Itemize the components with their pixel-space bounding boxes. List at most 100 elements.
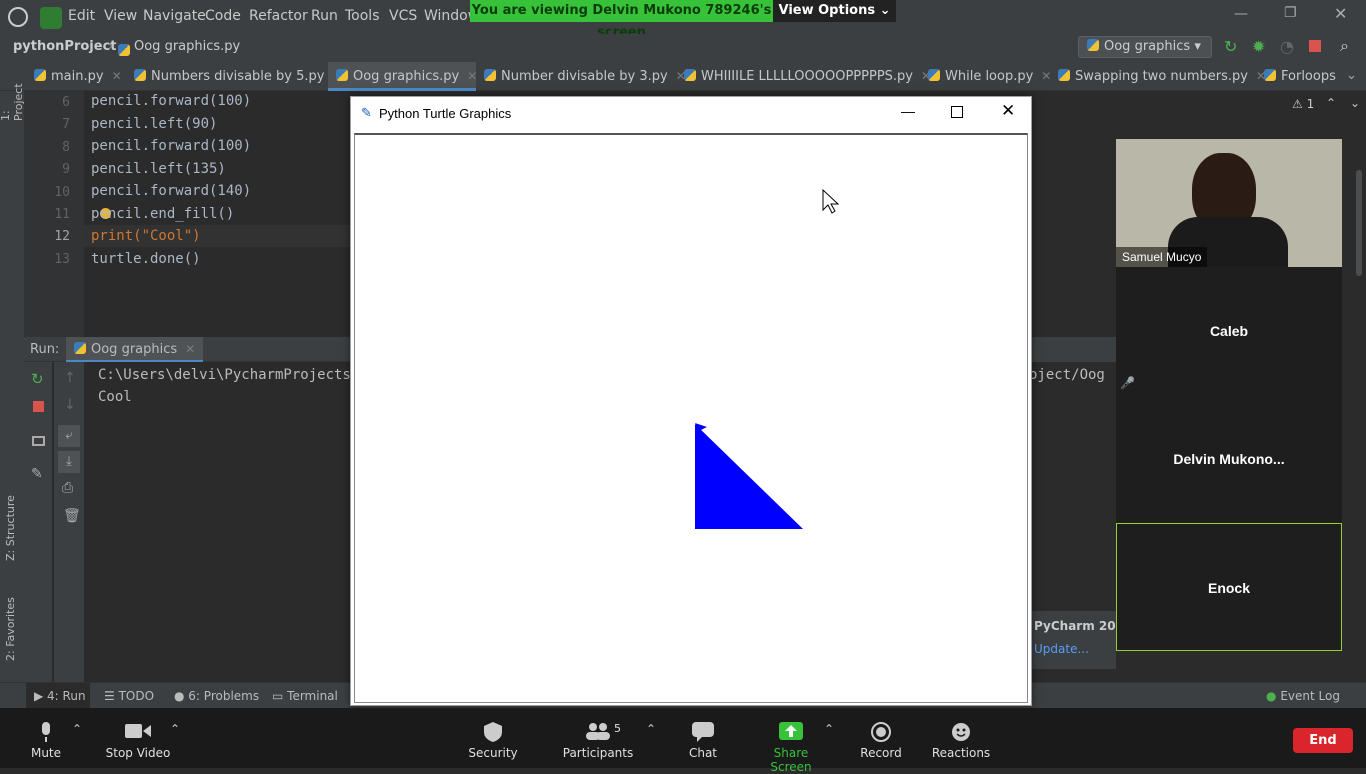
rerun-icon[interactable]: ↻: [1224, 37, 1237, 56]
tab-while-loop[interactable]: While loop.py ✕: [920, 62, 1051, 91]
run-tab[interactable]: Oog graphics ✕: [66, 337, 204, 362]
video-tile-caleb[interactable]: Caleb 🎤: [1116, 267, 1342, 395]
chevron-up-icon[interactable]: ⌃: [824, 722, 834, 736]
print-icon[interactable]: ⎙: [62, 480, 73, 496]
video-tile-samuel[interactable]: Samuel Mucyo: [1116, 139, 1342, 267]
warning-icon[interactable]: ⚠ 1: [1292, 97, 1314, 111]
layout-icon[interactable]: [32, 436, 45, 446]
tab-terminal[interactable]: ▭ Terminal: [272, 689, 338, 703]
participants-count: 5: [614, 722, 621, 735]
turtle-canvas: [354, 133, 1028, 703]
tab-label: Terminal: [287, 689, 338, 703]
chevron-down-icon[interactable]: ⌄: [1350, 96, 1360, 110]
chevron-down-icon[interactable]: ⌄: [1346, 68, 1357, 83]
code-line: pencil.forward(140): [91, 183, 252, 199]
structure-tool-tab[interactable]: Z: Structure: [4, 491, 20, 561]
tab-numbers-divisable-5[interactable]: Numbers divisable by 5.py✕: [126, 62, 343, 91]
update-link[interactable]: Update...: [1034, 642, 1089, 656]
tab-main[interactable]: main.py ✕: [26, 62, 126, 91]
tab-todo[interactable]: ☰ TODO: [104, 689, 154, 703]
scrollbar[interactable]: [1356, 170, 1362, 276]
turtle-graphics-window[interactable]: ✎ Python Turtle Graphics — ✕: [350, 96, 1032, 706]
close-icon[interactable]: ✕: [185, 342, 195, 356]
tab-swapping-numbers[interactable]: Swapping two numbers.py ✕: [1050, 62, 1266, 91]
menu-run[interactable]: Run: [311, 8, 338, 24]
tab-forloops[interactable]: Forloops: [1256, 62, 1346, 91]
close-icon[interactable]: ✕: [1334, 4, 1347, 23]
stop-icon[interactable]: [1309, 40, 1321, 52]
tab-problems[interactable]: ● 6: Problems: [174, 689, 259, 703]
tab-while-loops-caps[interactable]: WHIIIILE LLLLLOOOOOPPPPPS.py ✕: [676, 62, 931, 91]
line-number: 8: [62, 140, 70, 155]
menu-edit[interactable]: Edit: [68, 8, 95, 24]
event-log-label: Event Log: [1280, 689, 1340, 703]
event-log[interactable]: ● Event Log: [1266, 689, 1340, 703]
video-tile-enock[interactable]: Enock: [1116, 523, 1342, 651]
chevron-up-icon[interactable]: ⌃: [646, 722, 656, 736]
arrow-up-icon[interactable]: ↑: [64, 370, 76, 386]
favorites-tool-tab[interactable]: 2: Favorites: [4, 591, 20, 661]
tab-oog-graphics[interactable]: Oog graphics.py ✕: [328, 62, 477, 91]
tab-label: Number divisable by 3.py: [501, 69, 668, 84]
tab-label: Forloops: [1281, 69, 1336, 84]
editor-right-top: ⚠ 1 ⌃ ⌄: [1116, 91, 1366, 139]
tab-number-divisable-3[interactable]: Number divisable by 3.py ✕: [476, 62, 686, 91]
mute-button[interactable]: Mute: [18, 708, 74, 768]
arrow-down-icon[interactable]: ↓: [64, 397, 76, 413]
menu-view[interactable]: View: [104, 8, 137, 24]
tab-run[interactable]: ▶ 4: Run: [26, 683, 90, 709]
rerun-icon[interactable]: ↻: [31, 370, 44, 388]
participant-name: Enock: [1207, 580, 1250, 596]
line-number: 12: [54, 229, 70, 244]
close-icon[interactable]: ✕: [112, 69, 122, 83]
reactions-button[interactable]: Reactions: [930, 708, 992, 768]
right-scroll-area: [1342, 139, 1366, 682]
stop-video-label: Stop Video: [105, 746, 171, 760]
chevron-up-icon[interactable]: ⌃: [170, 722, 180, 736]
turtle-title-bar[interactable]: ✎ Python Turtle Graphics — ✕: [351, 97, 1031, 131]
turtle-drawing: [695, 188, 840, 529]
menu-vcs[interactable]: VCS: [389, 8, 417, 24]
debug-icon[interactable]: ✹: [1252, 37, 1265, 56]
chat-button[interactable]: Chat: [678, 708, 728, 768]
breadcrumb-project[interactable]: pythonProject: [13, 39, 117, 54]
stop-icon[interactable]: [33, 401, 44, 412]
run-console[interactable]: C:\Users\delvi\PycharmProjects Cool: [84, 362, 351, 682]
minimize-icon[interactable]: —: [901, 103, 915, 119]
menu-code[interactable]: Code: [205, 8, 241, 24]
soft-wrap-icon[interactable]: ⤶: [58, 425, 80, 447]
end-meeting-button[interactable]: End: [1293, 728, 1353, 753]
menu-navigate[interactable]: Navigate: [143, 8, 206, 24]
security-button[interactable]: Security: [462, 708, 524, 768]
video-tile-delvin[interactable]: Delvin Mukono...: [1116, 395, 1342, 523]
minimize-icon[interactable]: —: [1234, 6, 1248, 22]
run-panel-header: Run: Oog graphics ✕: [24, 337, 350, 362]
maximize-icon[interactable]: [951, 106, 963, 118]
stop-video-button[interactable]: Stop Video: [102, 708, 174, 768]
chevron-up-icon[interactable]: ⌃: [1326, 96, 1336, 110]
restore-icon[interactable]: ❐: [1284, 5, 1297, 21]
blue-triangle: [695, 424, 803, 529]
code-line: turtle.done(): [91, 251, 201, 267]
search-icon[interactable]: ⌕: [1340, 36, 1349, 56]
run-tab-label: Oog graphics: [91, 342, 178, 357]
pin-icon[interactable]: ✎: [31, 466, 43, 482]
trash-icon[interactable]: 🗑: [63, 508, 81, 524]
coverage-icon[interactable]: ◔: [1280, 37, 1294, 56]
project-tool-tab[interactable]: 1: Project: [0, 71, 25, 171]
chevron-up-icon[interactable]: ⌃: [72, 722, 82, 736]
breadcrumb-file[interactable]: Oog graphics.py: [134, 39, 240, 54]
close-icon[interactable]: ✕: [1001, 101, 1015, 121]
menu-tools[interactable]: Tools: [345, 8, 380, 24]
share-screen-icon: [752, 722, 830, 742]
participants-button[interactable]: Participants 5: [560, 708, 636, 768]
tab-label: Numbers divisable by 5.py: [151, 69, 325, 84]
run-config-select[interactable]: Oog graphics ▾: [1078, 36, 1212, 58]
share-screen-button[interactable]: Share Screen: [752, 708, 830, 774]
chat-label: Chat: [688, 746, 718, 760]
scroll-to-end-icon[interactable]: ⤓: [58, 451, 80, 473]
update-title: PyCharm 202: [1034, 619, 1124, 633]
view-options-button[interactable]: View Options ⌄: [773, 0, 896, 22]
record-button[interactable]: Record: [856, 708, 906, 768]
menu-refactor[interactable]: Refactor: [249, 8, 308, 24]
